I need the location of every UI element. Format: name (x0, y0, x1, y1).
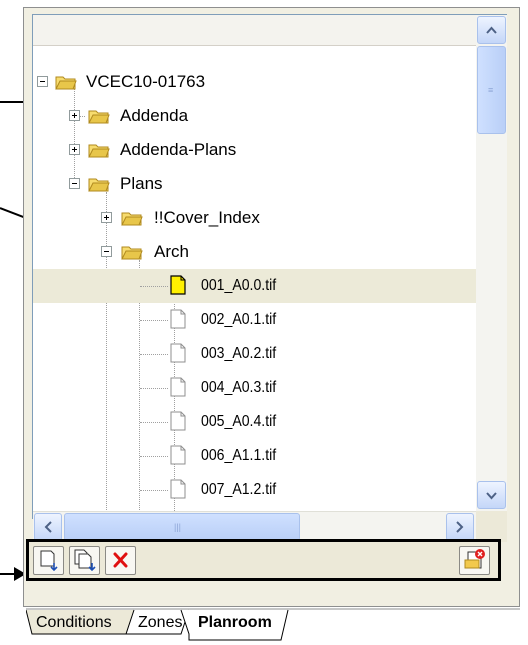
tree-item-label: 004_A0.3.tif (201, 379, 277, 396)
tree-item-root[interactable]: VCEC10-01763 (33, 65, 476, 99)
tree-file-item[interactable]: 005_A0.4.tif (33, 405, 476, 439)
folder-open-icon (88, 178, 110, 192)
tree-line (140, 286, 168, 287)
tree-item-label: Addenda-Plans (120, 140, 237, 159)
panel-tabs: Conditions Zones Planroom (26, 608, 520, 642)
file-icon (170, 309, 186, 329)
planroom-toolbar (26, 539, 501, 581)
tree-line (140, 388, 168, 389)
tree-line (140, 354, 168, 355)
chevron-down-icon (486, 492, 497, 500)
delete-button[interactable] (105, 546, 136, 575)
tree-line (140, 490, 168, 491)
file-icon (170, 343, 186, 363)
folder-icon (121, 212, 143, 226)
folder-open-icon (121, 246, 143, 260)
grip-icon: ≡ (488, 85, 494, 95)
add-pages-icon (74, 549, 96, 572)
scroll-down-button[interactable] (477, 481, 506, 509)
collapse-toggle-icon[interactable] (69, 178, 80, 189)
chevron-right-icon (456, 521, 464, 533)
add-multiple-pages-button[interactable] (69, 546, 100, 575)
tree-file-item[interactable]: 007_A1.2.tif (33, 473, 476, 507)
add-page-button[interactable] (33, 546, 64, 575)
tree-file-item[interactable]: 001_A0.0.tif (33, 269, 476, 303)
add-page-icon (40, 550, 58, 572)
tree-item-cover-index[interactable]: !!Cover_Index (33, 201, 476, 235)
expand-toggle-icon[interactable] (69, 144, 80, 155)
tree-item-label: 003_A0.2.tif (201, 345, 277, 362)
file-icon (170, 445, 186, 465)
tree-view[interactable]: VCEC10-01763 Addenda Addenda-Plans Plans… (33, 47, 476, 511)
horizontal-scrollbar[interactable]: ||| (33, 511, 476, 542)
folder-open-icon (55, 76, 77, 90)
file-selected-icon (170, 275, 186, 295)
chevron-left-icon (44, 521, 52, 533)
vertical-scroll-thumb[interactable]: ≡ (477, 46, 506, 134)
expand-toggle-icon[interactable] (69, 110, 80, 121)
tree-item-label: 005_A0.4.tif (201, 413, 277, 430)
horizontal-scroll-thumb[interactable]: ||| (64, 513, 300, 541)
grip-icon: ||| (174, 522, 182, 532)
tab-label: Zones (138, 614, 183, 631)
tree-item-addenda-plans[interactable]: Addenda-Plans (33, 133, 476, 167)
tab-conditions[interactable]: Conditions (32, 608, 126, 636)
file-icon (170, 411, 186, 431)
scrollbar-corner (476, 511, 507, 542)
tree-line (140, 422, 168, 423)
expand-toggle-icon[interactable] (101, 212, 112, 223)
tree-item-plans[interactable]: Plans (33, 167, 476, 201)
tree-item-label: 007_A1.2.tif (201, 481, 277, 498)
tree-line (140, 320, 168, 321)
tree-file-item[interactable]: 006_A1.1.tif (33, 439, 476, 473)
tree-item-label: 002_A0.1.tif (201, 311, 277, 328)
tree-container: VCEC10-01763 Addenda Addenda-Plans Plans… (32, 14, 507, 542)
tree-item-label: !!Cover_Index (154, 208, 260, 227)
tree-item-label: 001_A0.0.tif (201, 277, 277, 294)
remove-page-icon (464, 549, 485, 569)
chevron-up-icon (486, 26, 497, 34)
tree-file-item[interactable]: 004_A0.3.tif (33, 371, 476, 405)
tree-line (140, 456, 168, 457)
tree-item-label: 006_A1.1.tif (201, 447, 277, 464)
tree-item-label: Addenda (120, 106, 189, 125)
tree-item-label: Plans (120, 174, 163, 193)
tab-planroom[interactable]: Planroom (190, 608, 286, 636)
scroll-up-button[interactable] (477, 16, 506, 44)
tree-item-label: Arch (154, 242, 189, 261)
collapse-toggle-icon[interactable] (37, 76, 48, 87)
folder-icon (88, 144, 110, 158)
tree-item-arch[interactable]: Arch (33, 235, 476, 269)
tree-item-addenda[interactable]: Addenda (33, 99, 476, 133)
tree-item-label: VCEC10-01763 (86, 72, 206, 91)
folder-icon (88, 110, 110, 124)
scroll-right-button[interactable] (446, 513, 474, 541)
tree-file-item[interactable]: 003_A0.2.tif (33, 337, 476, 371)
tab-label: Conditions (36, 614, 112, 631)
close-planroom-button[interactable] (459, 546, 490, 575)
scroll-left-button[interactable] (34, 513, 62, 541)
collapse-toggle-icon[interactable] (101, 246, 112, 257)
tree-file-item[interactable]: 002_A0.1.tif (33, 303, 476, 337)
tree-header (33, 15, 476, 46)
red-x-icon (113, 552, 128, 568)
tab-label: Planroom (198, 614, 272, 631)
tab-zones[interactable]: Zones (130, 608, 186, 636)
vertical-scrollbar[interactable]: ≡ (476, 15, 507, 511)
file-icon (170, 377, 186, 397)
file-icon (170, 479, 186, 499)
